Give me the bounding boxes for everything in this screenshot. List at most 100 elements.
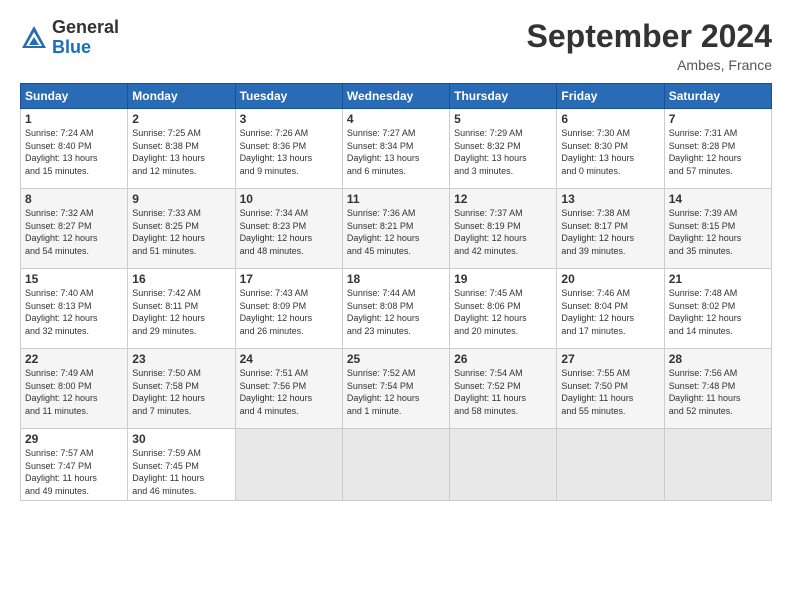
day-info: Sunrise: 7:42 AM Sunset: 8:11 PM Dayligh… — [132, 287, 230, 337]
table-row: 14Sunrise: 7:39 AM Sunset: 8:15 PM Dayli… — [664, 189, 771, 269]
month-title: September 2024 — [527, 18, 772, 55]
col-wednesday: Wednesday — [342, 84, 449, 109]
day-number: 3 — [240, 112, 338, 126]
day-number: 9 — [132, 192, 230, 206]
table-row: 7Sunrise: 7:31 AM Sunset: 8:28 PM Daylig… — [664, 109, 771, 189]
day-info: Sunrise: 7:37 AM Sunset: 8:19 PM Dayligh… — [454, 207, 552, 257]
day-info: Sunrise: 7:27 AM Sunset: 8:34 PM Dayligh… — [347, 127, 445, 177]
day-number: 5 — [454, 112, 552, 126]
table-row — [342, 429, 449, 501]
col-tuesday: Tuesday — [235, 84, 342, 109]
day-info: Sunrise: 7:24 AM Sunset: 8:40 PM Dayligh… — [25, 127, 123, 177]
day-number: 10 — [240, 192, 338, 206]
day-info: Sunrise: 7:29 AM Sunset: 8:32 PM Dayligh… — [454, 127, 552, 177]
day-info: Sunrise: 7:32 AM Sunset: 8:27 PM Dayligh… — [25, 207, 123, 257]
day-info: Sunrise: 7:56 AM Sunset: 7:48 PM Dayligh… — [669, 367, 767, 417]
day-number: 6 — [561, 112, 659, 126]
day-number: 20 — [561, 272, 659, 286]
table-row: 19Sunrise: 7:45 AM Sunset: 8:06 PM Dayli… — [450, 269, 557, 349]
day-number: 24 — [240, 352, 338, 366]
day-info: Sunrise: 7:50 AM Sunset: 7:58 PM Dayligh… — [132, 367, 230, 417]
day-info: Sunrise: 7:51 AM Sunset: 7:56 PM Dayligh… — [240, 367, 338, 417]
table-row: 20Sunrise: 7:46 AM Sunset: 8:04 PM Dayli… — [557, 269, 664, 349]
day-info: Sunrise: 7:25 AM Sunset: 8:38 PM Dayligh… — [132, 127, 230, 177]
logo-text: General Blue — [52, 18, 119, 58]
day-info: Sunrise: 7:36 AM Sunset: 8:21 PM Dayligh… — [347, 207, 445, 257]
table-row — [450, 429, 557, 501]
table-row: 3Sunrise: 7:26 AM Sunset: 8:36 PM Daylig… — [235, 109, 342, 189]
table-row: 25Sunrise: 7:52 AM Sunset: 7:54 PM Dayli… — [342, 349, 449, 429]
day-number: 7 — [669, 112, 767, 126]
table-row: 12Sunrise: 7:37 AM Sunset: 8:19 PM Dayli… — [450, 189, 557, 269]
calendar-table: Sunday Monday Tuesday Wednesday Thursday… — [20, 83, 772, 501]
day-info: Sunrise: 7:52 AM Sunset: 7:54 PM Dayligh… — [347, 367, 445, 417]
day-number: 21 — [669, 272, 767, 286]
day-info: Sunrise: 7:26 AM Sunset: 8:36 PM Dayligh… — [240, 127, 338, 177]
day-number: 28 — [669, 352, 767, 366]
day-number: 11 — [347, 192, 445, 206]
day-info: Sunrise: 7:49 AM Sunset: 8:00 PM Dayligh… — [25, 367, 123, 417]
day-info: Sunrise: 7:40 AM Sunset: 8:13 PM Dayligh… — [25, 287, 123, 337]
day-number: 17 — [240, 272, 338, 286]
table-row: 10Sunrise: 7:34 AM Sunset: 8:23 PM Dayli… — [235, 189, 342, 269]
table-row — [664, 429, 771, 501]
col-thursday: Thursday — [450, 84, 557, 109]
day-number: 4 — [347, 112, 445, 126]
day-info: Sunrise: 7:34 AM Sunset: 8:23 PM Dayligh… — [240, 207, 338, 257]
col-sunday: Sunday — [21, 84, 128, 109]
table-row: 15Sunrise: 7:40 AM Sunset: 8:13 PM Dayli… — [21, 269, 128, 349]
day-number: 23 — [132, 352, 230, 366]
logo-blue: Blue — [52, 38, 119, 58]
day-info: Sunrise: 7:33 AM Sunset: 8:25 PM Dayligh… — [132, 207, 230, 257]
logo-icon — [20, 24, 48, 52]
day-number: 27 — [561, 352, 659, 366]
day-info: Sunrise: 7:46 AM Sunset: 8:04 PM Dayligh… — [561, 287, 659, 337]
day-info: Sunrise: 7:59 AM Sunset: 7:45 PM Dayligh… — [132, 447, 230, 497]
table-row: 21Sunrise: 7:48 AM Sunset: 8:02 PM Dayli… — [664, 269, 771, 349]
logo: General Blue — [20, 18, 119, 58]
table-row: 24Sunrise: 7:51 AM Sunset: 7:56 PM Dayli… — [235, 349, 342, 429]
table-row: 27Sunrise: 7:55 AM Sunset: 7:50 PM Dayli… — [557, 349, 664, 429]
day-info: Sunrise: 7:45 AM Sunset: 8:06 PM Dayligh… — [454, 287, 552, 337]
table-row: 18Sunrise: 7:44 AM Sunset: 8:08 PM Dayli… — [342, 269, 449, 349]
table-row: 17Sunrise: 7:43 AM Sunset: 8:09 PM Dayli… — [235, 269, 342, 349]
table-row: 4Sunrise: 7:27 AM Sunset: 8:34 PM Daylig… — [342, 109, 449, 189]
calendar-header-row: Sunday Monday Tuesday Wednesday Thursday… — [21, 84, 772, 109]
day-number: 29 — [25, 432, 123, 446]
table-row: 6Sunrise: 7:30 AM Sunset: 8:30 PM Daylig… — [557, 109, 664, 189]
day-number: 30 — [132, 432, 230, 446]
day-number: 16 — [132, 272, 230, 286]
day-number: 12 — [454, 192, 552, 206]
day-info: Sunrise: 7:54 AM Sunset: 7:52 PM Dayligh… — [454, 367, 552, 417]
day-info: Sunrise: 7:44 AM Sunset: 8:08 PM Dayligh… — [347, 287, 445, 337]
table-row: 5Sunrise: 7:29 AM Sunset: 8:32 PM Daylig… — [450, 109, 557, 189]
day-number: 18 — [347, 272, 445, 286]
table-row: 29Sunrise: 7:57 AM Sunset: 7:47 PM Dayli… — [21, 429, 128, 501]
title-block: September 2024 Ambes, France — [527, 18, 772, 73]
day-info: Sunrise: 7:38 AM Sunset: 8:17 PM Dayligh… — [561, 207, 659, 257]
col-friday: Friday — [557, 84, 664, 109]
table-row — [235, 429, 342, 501]
table-row: 13Sunrise: 7:38 AM Sunset: 8:17 PM Dayli… — [557, 189, 664, 269]
day-info: Sunrise: 7:30 AM Sunset: 8:30 PM Dayligh… — [561, 127, 659, 177]
day-number: 13 — [561, 192, 659, 206]
day-number: 26 — [454, 352, 552, 366]
table-row: 28Sunrise: 7:56 AM Sunset: 7:48 PM Dayli… — [664, 349, 771, 429]
table-row: 8Sunrise: 7:32 AM Sunset: 8:27 PM Daylig… — [21, 189, 128, 269]
calendar-header: General Blue September 2024 Ambes, Franc… — [20, 18, 772, 73]
day-number: 25 — [347, 352, 445, 366]
col-monday: Monday — [128, 84, 235, 109]
logo-general: General — [52, 18, 119, 38]
table-row: 16Sunrise: 7:42 AM Sunset: 8:11 PM Dayli… — [128, 269, 235, 349]
table-row: 9Sunrise: 7:33 AM Sunset: 8:25 PM Daylig… — [128, 189, 235, 269]
day-info: Sunrise: 7:39 AM Sunset: 8:15 PM Dayligh… — [669, 207, 767, 257]
day-info: Sunrise: 7:57 AM Sunset: 7:47 PM Dayligh… — [25, 447, 123, 497]
table-row: 26Sunrise: 7:54 AM Sunset: 7:52 PM Dayli… — [450, 349, 557, 429]
day-info: Sunrise: 7:31 AM Sunset: 8:28 PM Dayligh… — [669, 127, 767, 177]
day-info: Sunrise: 7:43 AM Sunset: 8:09 PM Dayligh… — [240, 287, 338, 337]
location: Ambes, France — [527, 57, 772, 73]
day-number: 2 — [132, 112, 230, 126]
day-number: 14 — [669, 192, 767, 206]
day-number: 15 — [25, 272, 123, 286]
day-number: 19 — [454, 272, 552, 286]
